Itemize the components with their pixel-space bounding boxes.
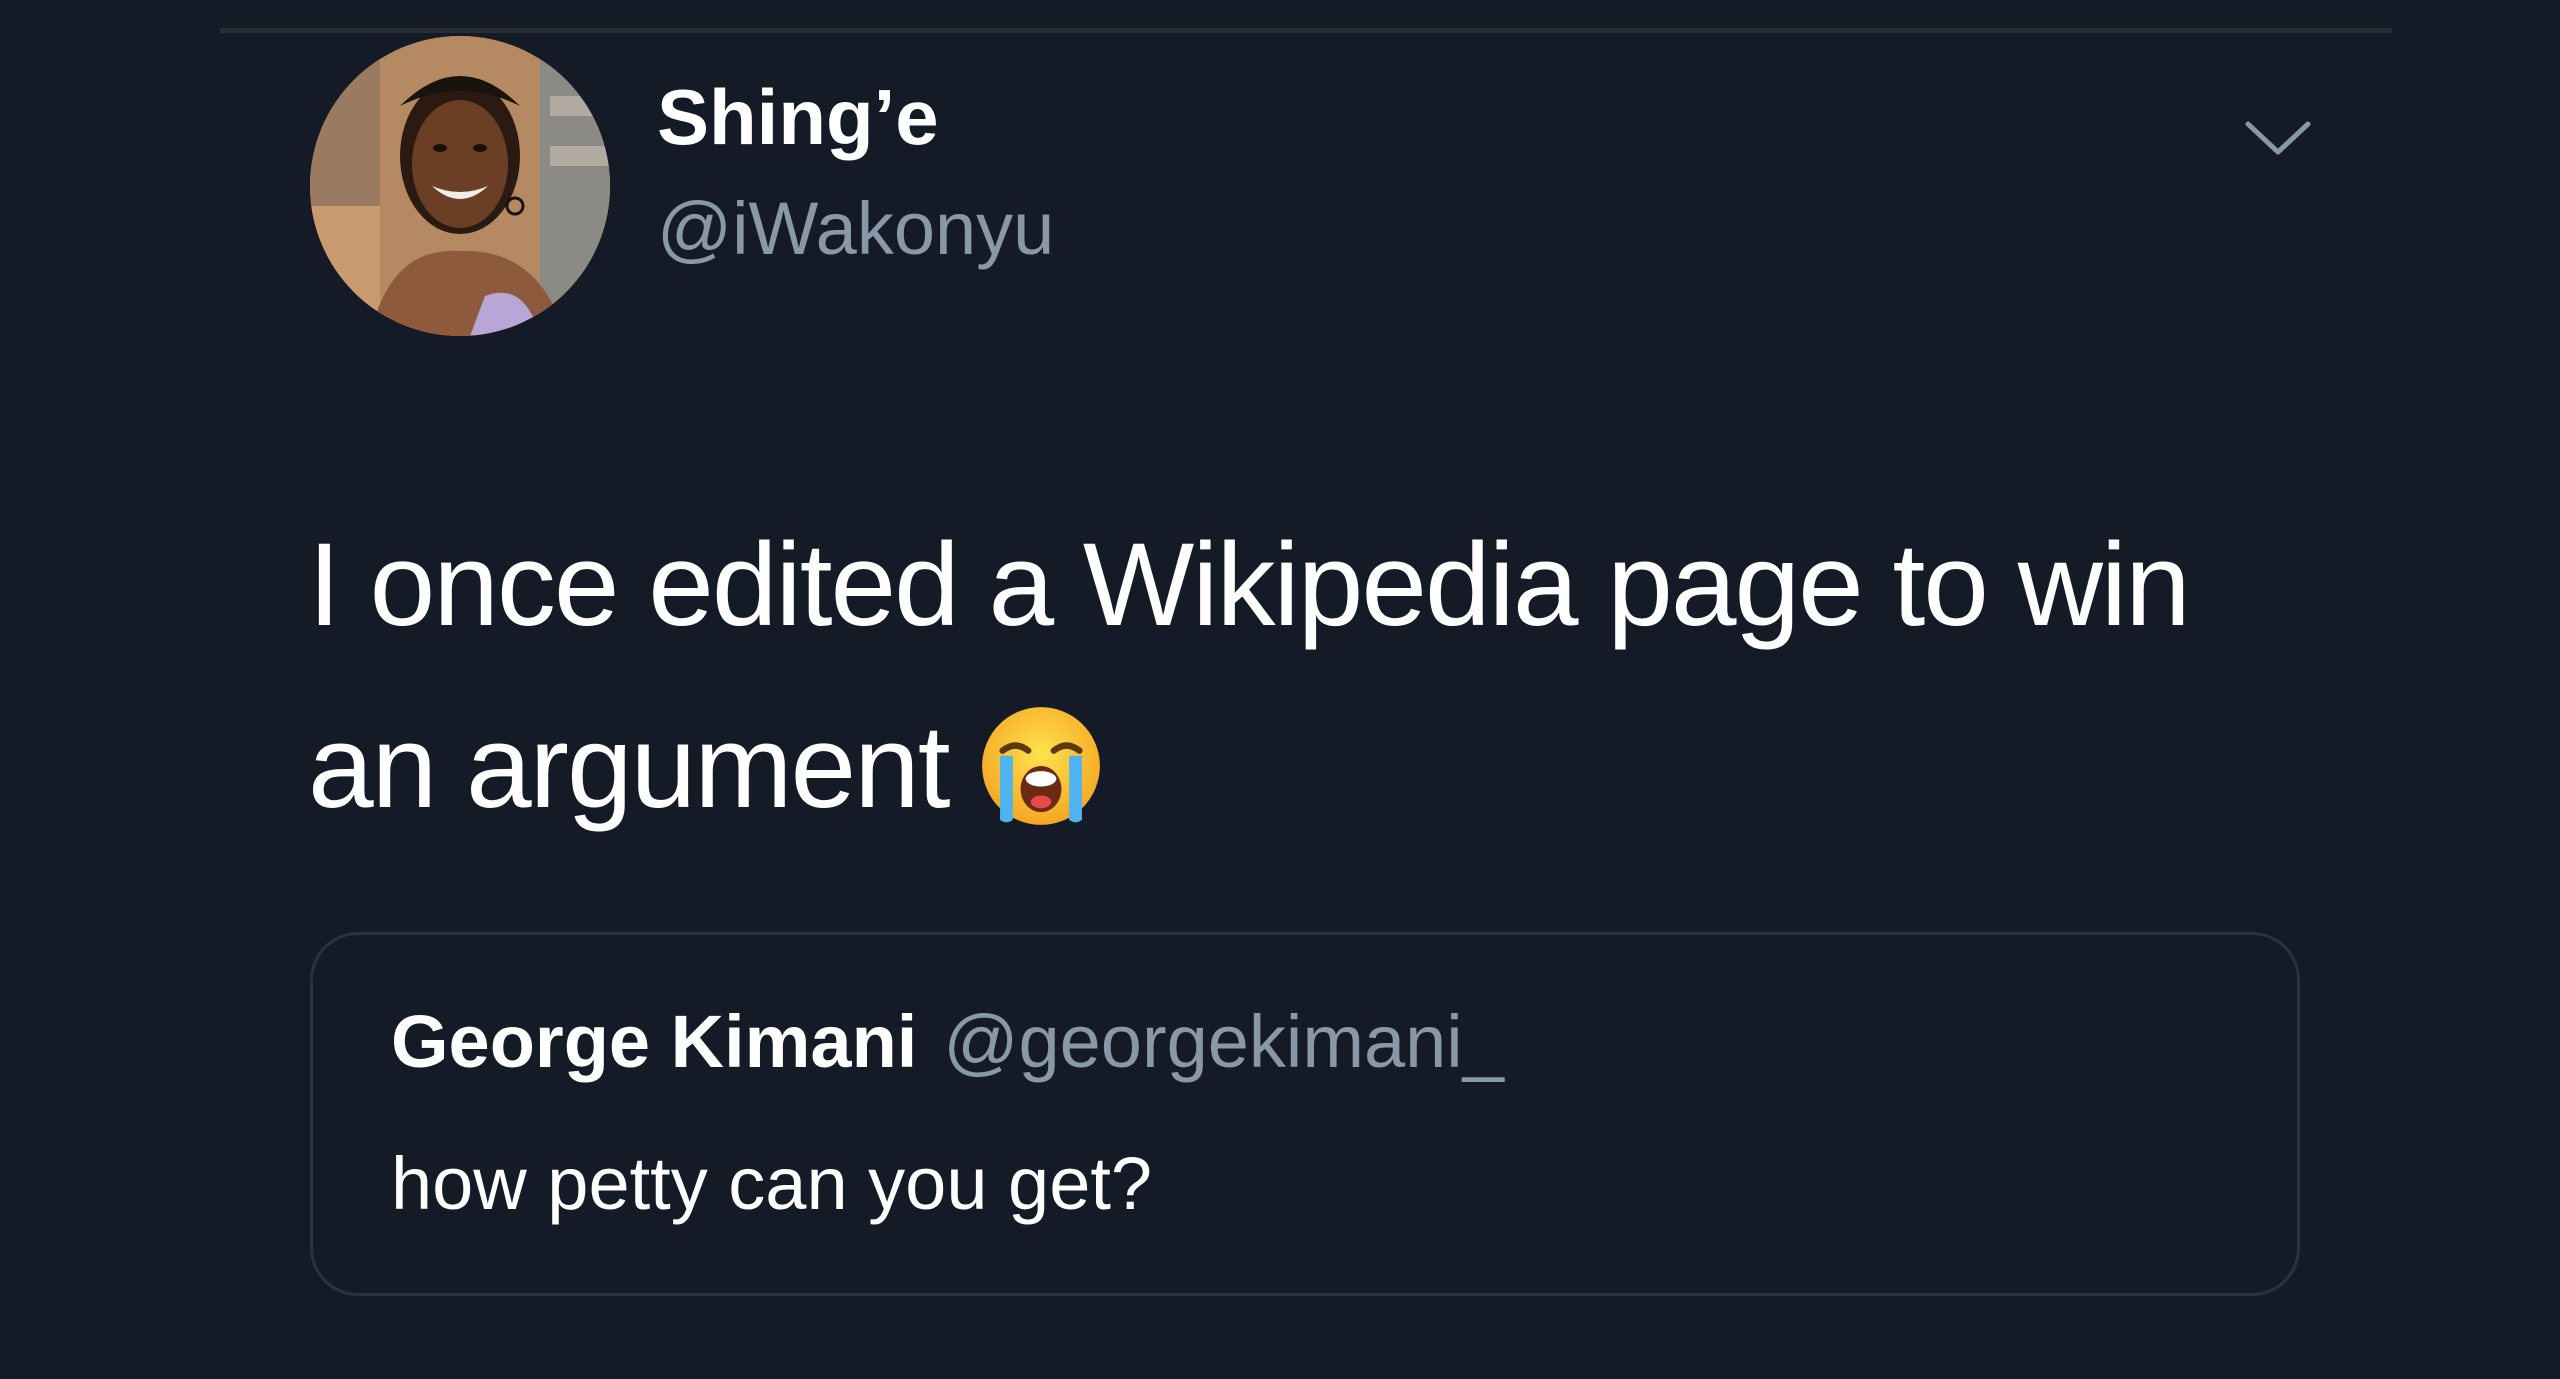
avatar[interactable] (310, 36, 610, 336)
quoted-author-name: George Kimani (391, 1000, 918, 1083)
author-handle[interactable]: @iWakonyu (657, 192, 1054, 266)
tweet-text: I once edited a Wikipedia page to win an… (308, 494, 2308, 858)
top-divider (220, 28, 2392, 33)
author-display-name[interactable]: Shing’e (657, 78, 939, 156)
chevron-down-icon (2245, 121, 2311, 155)
loudly-crying-face-icon (977, 702, 1105, 830)
tweet-options-button[interactable] (2238, 108, 2318, 168)
quoted-tweet-text: how petty can you get? (391, 1142, 1153, 1225)
quoted-tweet-header: George Kimani @georgekimani_ (391, 1005, 1504, 1079)
avatar-photo (310, 36, 610, 336)
quoted-tweet-card[interactable]: George Kimani @georgekimani_ how petty ca… (310, 932, 2300, 1296)
tweet-text-line-2-text: an argument (308, 701, 951, 833)
quoted-author-handle: @georgekimani_ (943, 1000, 1504, 1083)
tweet-text-line-1: I once edited a Wikipedia page to win (308, 519, 2191, 651)
tweet-text-line-2: an argument (308, 676, 2308, 858)
